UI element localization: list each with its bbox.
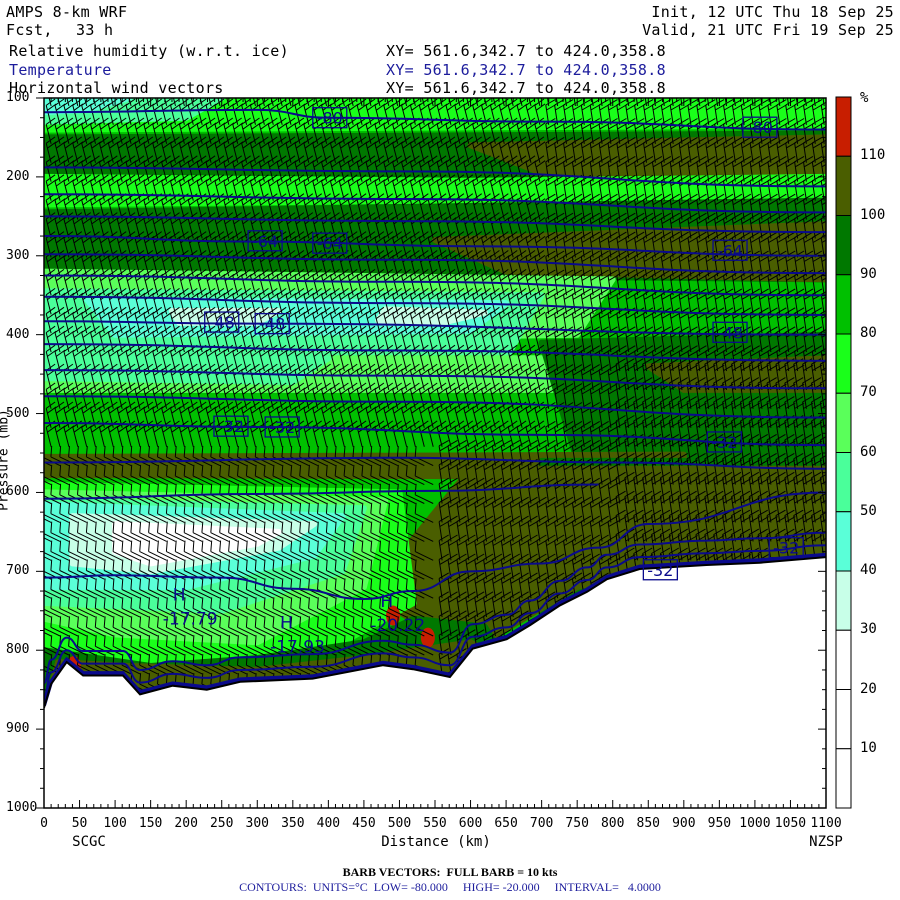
colorbar-label: 10 bbox=[860, 739, 877, 756]
left-endpoint-label: SCGC bbox=[72, 834, 106, 850]
contour-label: -64 bbox=[717, 241, 743, 260]
y-tick-label: 700 bbox=[6, 563, 30, 579]
contour-label: -80 bbox=[317, 109, 343, 128]
y-tick-label: 100 bbox=[6, 90, 30, 105]
colorbar-bin bbox=[835, 511, 852, 572]
x-tick-label: 400 bbox=[316, 816, 341, 831]
colorbar-label: 60 bbox=[860, 443, 877, 460]
contour-label: -80 bbox=[747, 118, 773, 137]
colorbar-bin bbox=[835, 748, 852, 809]
extremum-value: -17.79 bbox=[163, 610, 218, 630]
cross-section-plot-page: AMPS 8-km WRF Init, 12 UTC Thu 18 Sep 25… bbox=[0, 0, 900, 900]
x-tick-label: 50 bbox=[71, 816, 88, 831]
y-tick-label: 600 bbox=[6, 484, 30, 500]
y-tick-label: 500 bbox=[6, 405, 30, 421]
colorbar-bin bbox=[835, 629, 852, 690]
x-axis-title: Distance (km) bbox=[381, 834, 491, 850]
x-tick-label: 800 bbox=[600, 816, 625, 831]
contour-label: -48 bbox=[259, 315, 285, 334]
right-endpoint-label: NZSP bbox=[809, 834, 843, 850]
y-tick-label: 1000 bbox=[6, 800, 38, 815]
contour-label: -48 bbox=[717, 323, 743, 342]
extremum-value: -17.93 bbox=[270, 637, 325, 657]
x-tick-label: 250 bbox=[209, 816, 234, 831]
x-tick-label: 100 bbox=[103, 816, 127, 831]
barb-legend: BARB VECTORS: FULL BARB = 10 kts bbox=[342, 865, 558, 879]
colorbar-label: 90 bbox=[860, 265, 877, 282]
colorbar-bin bbox=[835, 689, 852, 750]
contour-legend: CONTOURS: UNITS=°C LOW= -80.000 HIGH= -2… bbox=[239, 880, 661, 894]
colorbar-label: 80 bbox=[860, 325, 877, 341]
x-tick-label: 900 bbox=[672, 816, 696, 831]
colorbar-bin bbox=[835, 96, 852, 157]
x-tick-label: 350 bbox=[281, 816, 305, 831]
colorbar bbox=[835, 96, 852, 809]
colorbar-label: 50 bbox=[860, 502, 877, 519]
x-tick-label: 850 bbox=[636, 816, 661, 831]
colorbar-bin bbox=[835, 215, 852, 276]
x-tick-label: 450 bbox=[352, 816, 376, 831]
x-tick-label: 950 bbox=[707, 816, 732, 831]
colorbar-label: 20 bbox=[860, 680, 877, 697]
colorbar-bin bbox=[835, 392, 852, 453]
colorbar-label: 110 bbox=[860, 147, 886, 164]
contour-label: -64 bbox=[317, 234, 343, 253]
contour-label: -32 bbox=[711, 433, 737, 452]
x-tick-label: 650 bbox=[494, 816, 518, 831]
extremum-value: -20.22 bbox=[370, 616, 425, 636]
colorbar-label: 30 bbox=[860, 621, 877, 638]
colorbar-bin bbox=[835, 452, 852, 513]
x-tick-label: 300 bbox=[245, 816, 270, 831]
high-marker: H bbox=[380, 592, 393, 612]
x-tick-label: 1050 bbox=[774, 816, 807, 831]
colorbar-label: 70 bbox=[860, 384, 877, 401]
x-tick-label: 600 bbox=[458, 816, 483, 831]
x-tick-label: 700 bbox=[529, 816, 554, 831]
x-tick-label: 500 bbox=[387, 816, 412, 831]
x-tick-label: 750 bbox=[565, 816, 589, 831]
x-tick-label: 550 bbox=[423, 816, 447, 831]
contour-label: -64 bbox=[252, 232, 278, 251]
x-tick-label: 150 bbox=[138, 816, 163, 831]
y-tick-label: 200 bbox=[6, 168, 30, 184]
contour-label: -32 bbox=[773, 539, 799, 558]
high-marker: H bbox=[280, 613, 293, 633]
colorbar-bin bbox=[835, 333, 852, 394]
x-tick-label: 1100 bbox=[810, 816, 842, 831]
y-tick-label: 800 bbox=[6, 642, 30, 658]
colorbar-bin bbox=[835, 570, 852, 631]
colorbar-label: 100 bbox=[860, 206, 886, 223]
y-tick-label: 300 bbox=[6, 247, 30, 263]
x-tick-label: 0 bbox=[40, 816, 48, 831]
colorbar-unit: % bbox=[860, 90, 869, 106]
colorbar-bin bbox=[835, 155, 852, 216]
contour-label: -48 bbox=[209, 313, 235, 332]
contour-label: -32 bbox=[647, 561, 673, 580]
colorbar-bin bbox=[835, 274, 852, 335]
y-tick-label: 400 bbox=[6, 326, 30, 342]
x-tick-label: 1000 bbox=[739, 816, 771, 831]
high-marker: H bbox=[173, 586, 186, 606]
cross-section-chart: -80 -80 -64 -64 -64 -48 -48 -48 -32 -32 -32 -32 -32 H… bbox=[36, 96, 852, 809]
colorbar-label: 40 bbox=[860, 562, 877, 578]
x-tick-label: 200 bbox=[174, 816, 198, 831]
contour-label: -32 bbox=[269, 418, 295, 437]
y-tick-label: 900 bbox=[6, 721, 30, 737]
contour-label: -32 bbox=[218, 417, 244, 436]
